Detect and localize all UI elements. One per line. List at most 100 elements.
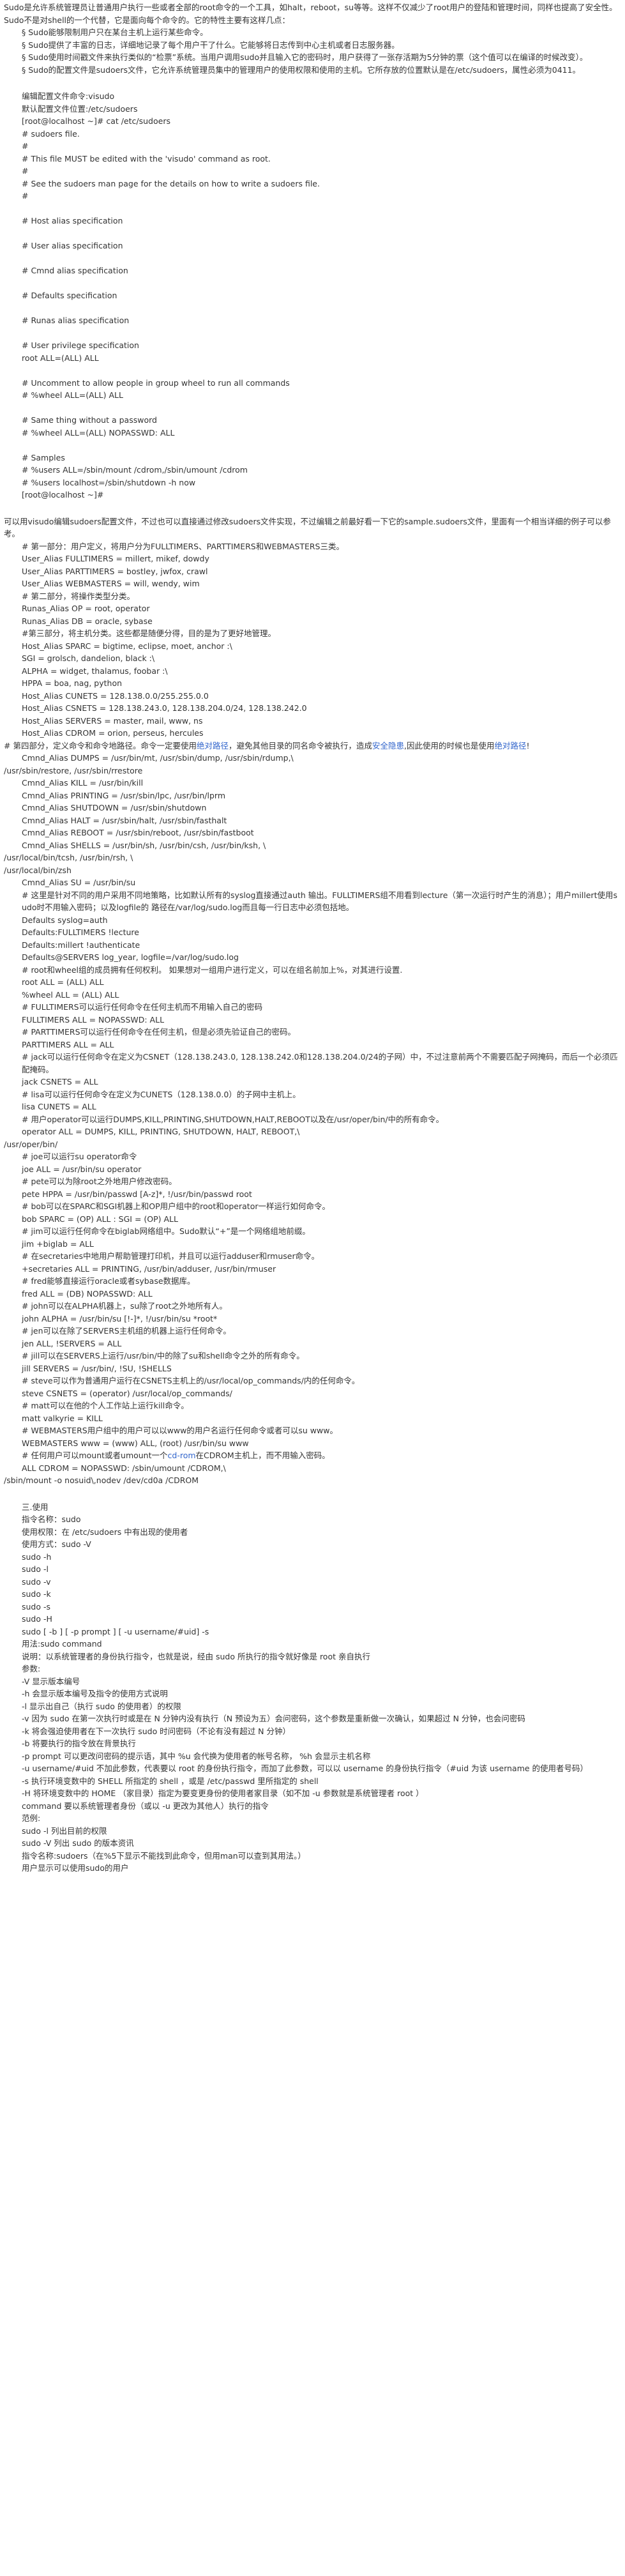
usage-section: 三.使用 指令名称：sudo 使用权限：在 /etc/sudoers 中有出现的使用… (4, 1501, 621, 1875)
feature-item: § Sudo使用时间戳文件来执行类似的“检票”系统。当用户调用sudo并且输入它… (22, 52, 588, 62)
cdrom-text: 在CDROM主机上，而不用输入密码。 (195, 1451, 330, 1460)
sample-line: Host_Alias CDROM = orion, perseus, hercu… (22, 728, 204, 738)
config-line: 默认配置文件位置:/etc/sudoers (22, 103, 138, 114)
sample-line: HPPA = boa, nag, python (22, 678, 123, 688)
rule-line: # pete可以为除root之外地用户修改密码。 (22, 1177, 177, 1186)
cdrom-text: # 任何用户可以mount或者umount一个 (22, 1451, 168, 1460)
config-line (22, 439, 621, 452)
rule-line: # FULLTIMERS可以运行任何命令在任何主机而不用输入自己的密码 (22, 1002, 263, 1012)
rule-line: Cmnd_Alias PRINTING = /usr/sbin/lpc, /us… (22, 790, 226, 800)
usage-line: 指令名称:sudoers（在%5下显示不能找到此命令，但用man可以查到其用法。… (22, 1850, 306, 1861)
config-line (22, 252, 621, 265)
rule-line: /usr/oper/bin/ (4, 1139, 58, 1149)
sample-block: # 第一部分：用户定义，将用户分为FULLTIMERS、PARTTIMERS和W… (4, 540, 621, 740)
cd-rom-link[interactable]: cd-rom (168, 1451, 196, 1460)
sample-line: Runas_Alias OP = root, operator (22, 604, 150, 613)
rule-line: WEBMASTERS www = (www) ALL, (root) /usr/… (22, 1438, 249, 1448)
rule-line: /usr/sbin/restore, /usr/sbin/rrestore (4, 765, 143, 775)
config-line: # Uncomment to allow people in group whe… (22, 377, 290, 388)
rule-line: jim +biglab = ALL (22, 1238, 94, 1249)
rule-line: Defaults@SERVERS log_year, logfile=/var/… (22, 952, 239, 962)
config-line: # Runas alias specification (22, 316, 130, 325)
config-line (22, 227, 621, 240)
usage-line: command 要以系统管理者身份（或以 -u 更改为其他人）执行的指令 (22, 1801, 269, 1811)
config-line: # User privilege specification (22, 340, 139, 350)
rule-line: Cmnd_Alias SHELLS = /usr/bin/sh, /usr/bi… (22, 840, 266, 850)
sample-line: Runas_Alias DB = oracle, sybase (22, 616, 153, 626)
sample-line: Host_Alias SPARC = bigtime, eclipse, moe… (22, 641, 232, 651)
intro-section: Sudo是允许系统管理员让普通用户执行一些或者全部的root命令的一个工具，如h… (4, 1, 621, 76)
security-risk-link[interactable]: 安全隐患 (372, 741, 404, 751)
config-line: # This file MUST be edited with the 'vis… (22, 153, 271, 164)
usage-line: -H 将环境变数中的 HOME （家目录）指定为要变更身份的使用者家目录（如不加… (22, 1788, 424, 1798)
rule-line: # bob可以在SPARC和SGI机器上和OP用户组中的root和operato… (22, 1201, 330, 1211)
usage-line: -v 因为 sudo 在第一次执行时或是在 N 分钟内没有执行（N 预设为五）会… (22, 1714, 525, 1723)
rule-line: # 这里是针对不同的用户采用不同地策略，比如默认所有的syslog直接通过aut… (22, 890, 617, 913)
usage-line: sudo -h (22, 1551, 52, 1562)
config-line (22, 402, 621, 415)
config-line: # sudoers file. (22, 128, 80, 139)
rule-line: lisa CUNETS = ALL (22, 1102, 96, 1111)
config-line: [root@localhost ~]# cat /etc/sudoers (22, 116, 170, 126)
rule-line: bob SPARC = (OP) ALL : SGI = (OP) ALL (22, 1214, 178, 1224)
usage-line: sudo -l (22, 1564, 49, 1574)
config-line (22, 302, 621, 315)
absolute-path-link-2[interactable]: 绝对路径 (494, 741, 526, 751)
config-line: # Same thing without a password (22, 415, 157, 425)
rule-line: pete HPPA = /usr/bin/passwd [A-z]*, !/us… (22, 1189, 252, 1199)
config-line: # %users localhost=/sbin/shutdown -h now (22, 477, 196, 487)
usage-line: 说明：以系统管理者的身份执行指令，也就是说，经由 sudo 所执行的指令就好像是… (22, 1651, 370, 1661)
part4-text: # 第四部分，定义命令和命令地路径。命令一定要使用 (4, 740, 197, 751)
usage-line: -k 将会强迫使用者在下一次执行 sudo 时问密码（不论有没有超过 N 分钟） (22, 1726, 290, 1736)
document-body: Sudo是允许系统管理员让普通用户执行一些或者全部的root命令的一个工具，如h… (0, 0, 625, 1875)
part4-paragraph: # 第四部分，定义命令和命令地路径。命令一定要使用绝对路径，避免其他目录的同名命… (4, 740, 621, 752)
rule-line: # fred能够直接运行oracle或者sybase数据库。 (22, 1276, 195, 1286)
usage-line: sudo -V 列出 sudo 的版本资讯 (22, 1838, 134, 1848)
sample-line: User_Alias WEBMASTERS = will, wendy, wim (22, 579, 200, 588)
rule-line: %wheel ALL = (ALL) ALL (22, 989, 119, 1000)
feature-item: § Sudo提供了丰富的日志，详细地记录了每个用户干了什么。它能够将日志传到中心… (22, 40, 400, 50)
usage-line: -l 显示出自己（执行 sudo 的使用者）的权限 (22, 1701, 181, 1711)
usage-line: -u username/#uid 不加此参数，代表要以 root 的身份执行指令… (22, 1764, 589, 1773)
config-line: # See the sudoers man page for the detai… (22, 178, 320, 188)
sample-line: ALPHA = widget, thalamus, foobar :\ (22, 666, 168, 676)
usage-line: -V 显示版本编号 (22, 1676, 80, 1686)
rule-line: /usr/local/bin/tcsh, /usr/bin/rsh, \ (4, 853, 133, 862)
sample-line: #第三部分，将主机分类。这些都是随便分得，目的是为了更好地管理。 (22, 629, 276, 638)
rule-line: FULLTIMERS ALL = NOPASSWD: ALL (22, 1014, 165, 1025)
usage-line: sudo -s (22, 1601, 51, 1612)
usage-line: sudo -v (22, 1576, 51, 1587)
config-line (22, 202, 621, 215)
rule-line: PARTTIMERS ALL = ALL (22, 1039, 114, 1049)
rule-line: matt valkyrie = KILL (22, 1413, 103, 1423)
usage-line: -h 会显示版本编号及指令的使用方式说明 (22, 1689, 168, 1698)
intro-paragraph: Sudo是允许系统管理员让普通用户执行一些或者全部的root命令的一个工具，如h… (4, 3, 617, 25)
rule-line: jill SERVERS = /usr/bin/, !SU, !SHELLS (22, 1363, 172, 1373)
sample-intro-paragraph: 可以用visudo编辑sudoers配置文件，不过也可以直接通过修改sudoer… (4, 516, 611, 539)
absolute-path-link[interactable]: 绝对路径 (197, 741, 229, 751)
config-line: root ALL=(ALL) ALL (22, 353, 99, 363)
usage-line: -p prompt 可以更改问密码的提示语，其中 %u 会代换为使用者的帐号名称… (22, 1751, 371, 1761)
usage-line: sudo -H (22, 1614, 52, 1624)
rule-line: Defaults:FULLTIMERS !lecture (22, 927, 139, 937)
rule-line: joe ALL = /usr/bin/su operator (22, 1164, 142, 1174)
config-line: # %users ALL=/sbin/mount /cdrom,/sbin/um… (22, 465, 248, 475)
rule-line: Cmnd_Alias KILL = /usr/bin/kill (22, 778, 144, 788)
sample-line: Host_Alias CSNETS = 128.138.243.0, 128.1… (22, 703, 307, 713)
config-line: # User alias specification (22, 241, 123, 250)
rule-line: # PARTTIMERS可以运行任何命令在任何主机，但是必须先验证自己的密码。 (22, 1027, 296, 1037)
cdrom-comment: # 任何用户可以mount或者umount一个cd-rom在CDROM主机上，而… (4, 1449, 621, 1462)
rule-line: # jen可以在除了SERVERS主机组的机器上运行任何命令。 (22, 1326, 231, 1336)
usage-line: 用法:sudo command (22, 1639, 102, 1649)
rule-line: steve CSNETS = (operator) /usr/local/op_… (22, 1388, 232, 1398)
rule-line: fred ALL = (DB) NOPASSWD: ALL (22, 1288, 153, 1299)
rule-line: # joe可以运行su operator命令 (22, 1152, 137, 1161)
feature-item: § Sudo的配置文件是sudoers文件，它允许系统管理员集中的管理用户的使用… (22, 65, 581, 75)
part4-text: ! (526, 740, 530, 751)
config-line: # (22, 141, 29, 151)
rule-line: # 在secretaries中地用户帮助管理打印机，并且可以运行adduser和… (22, 1251, 320, 1261)
config-line: # %wheel ALL=(ALL) ALL (22, 390, 123, 400)
usage-line: -s 执行环境变数中的 SHELL 所指定的 shell ，或是 /etc/pa… (22, 1776, 319, 1786)
config-line: # Samples (22, 452, 65, 462)
rule-line: # root和wheel组的成员拥有任何权利。 如果想对一组用户进行定义，可以在… (22, 964, 403, 975)
